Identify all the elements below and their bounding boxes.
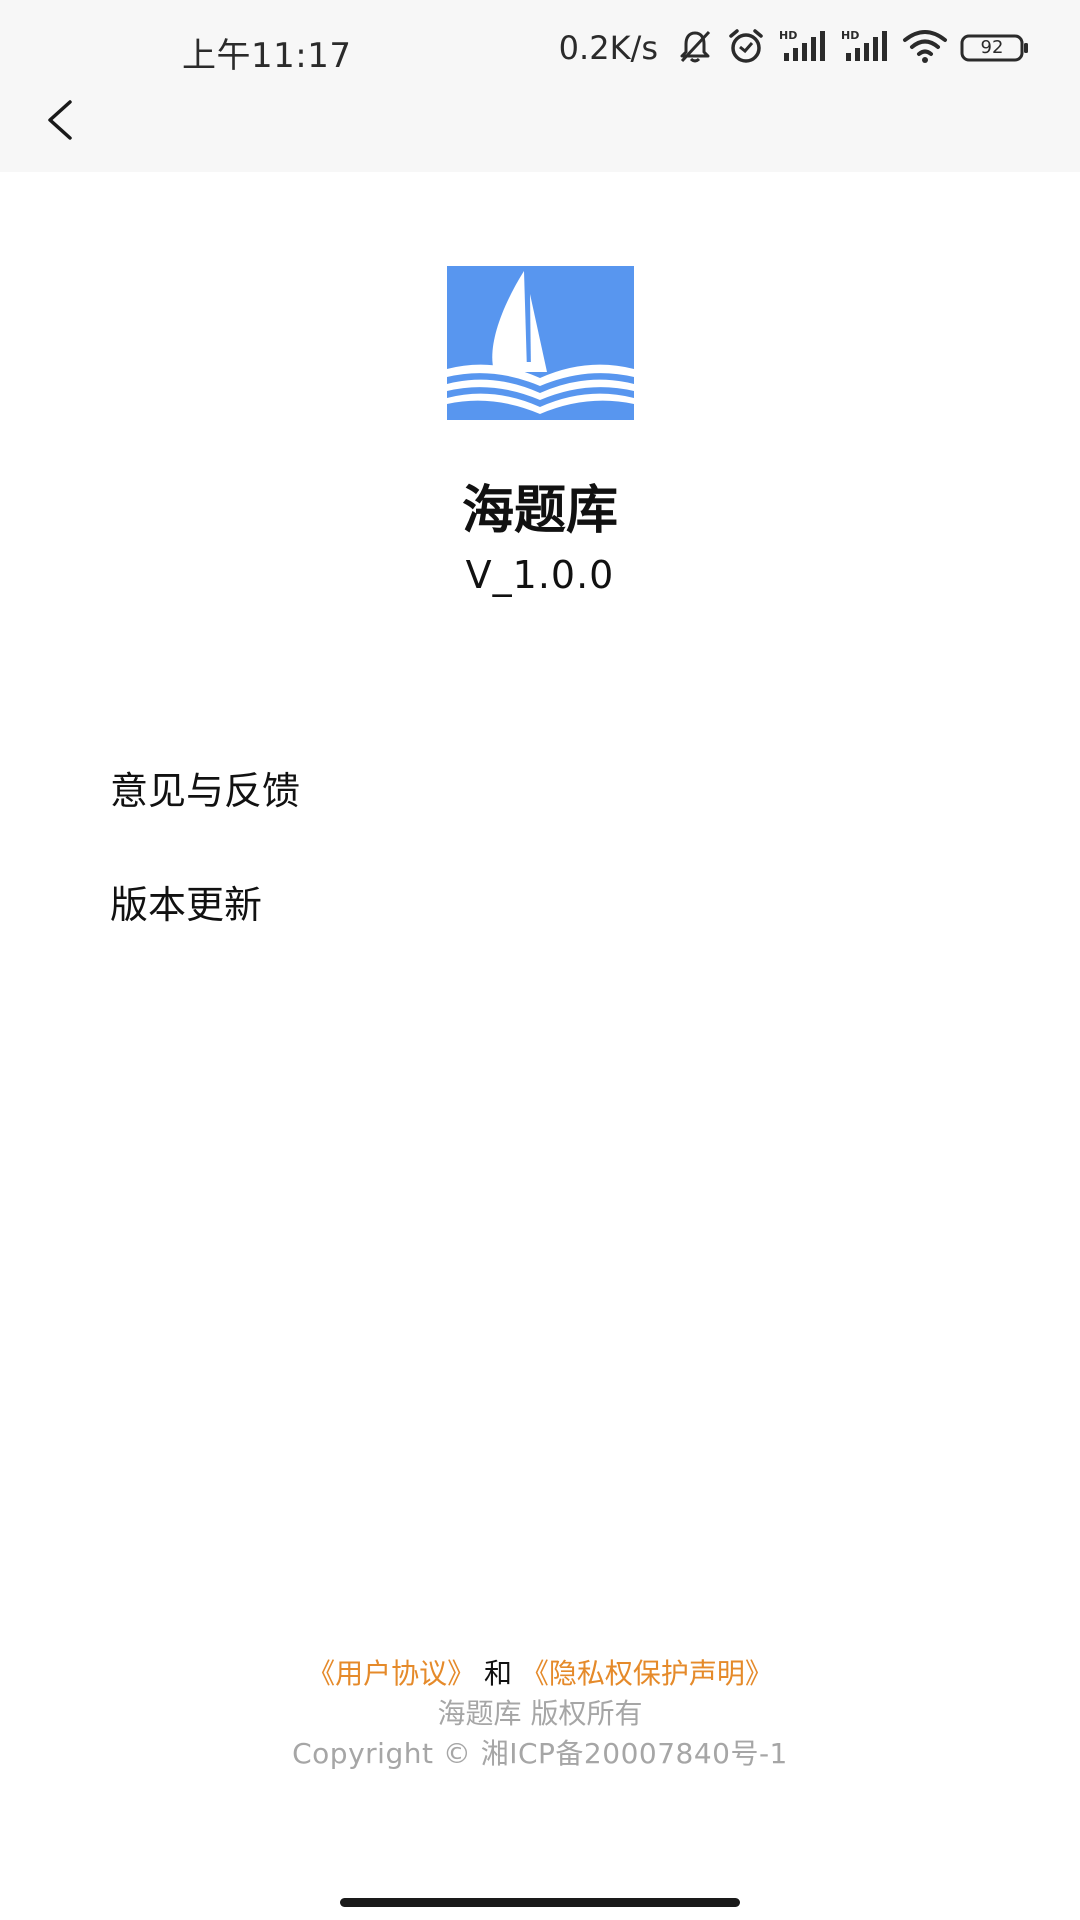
back-button[interactable]	[32, 92, 88, 148]
footer-and-text: 和	[483, 1657, 512, 1690]
user-agreement-link[interactable]: 《用户协议》	[307, 1657, 475, 1690]
version-update-menu-item[interactable]: 版本更新	[110, 874, 262, 929]
alarm-icon	[726, 26, 766, 70]
app-logo	[447, 266, 634, 420]
footer-links: 《用户协议》 和 《隐私权保护声明》	[0, 1652, 1080, 1692]
sailboat-book-icon	[447, 266, 634, 420]
top-bar: 上午11:17 0.2K/s HD HD 92	[0, 0, 1080, 172]
status-time: 上午11:17	[182, 36, 352, 76]
copyright-icp: Copyright © 湘ICP备20007840号-1	[292, 1737, 788, 1770]
feedback-menu-item[interactable]: 意见与反馈	[110, 760, 300, 815]
mute-bell-icon	[676, 27, 714, 69]
battery-icon: 92	[960, 33, 1030, 63]
app-version: V_1.0.0	[465, 553, 615, 597]
svg-text:HD: HD	[779, 29, 797, 42]
privacy-statement-link[interactable]: 《隐私权保护声明》	[521, 1657, 773, 1690]
app-name: 海题库	[461, 481, 618, 541]
hd-signal-icon: HD	[778, 27, 828, 69]
about-screen: 上午11:17 0.2K/s HD HD 92 海题库 V_1.0.0 意见与反…	[0, 0, 1080, 1920]
battery-level: 92	[980, 37, 1004, 58]
net-speed: 0.2K/s	[558, 29, 658, 67]
home-indicator[interactable]	[340, 1898, 740, 1907]
wifi-icon	[902, 28, 948, 68]
svg-text:HD: HD	[841, 29, 859, 42]
copyright-owner: 海题库 版权所有	[437, 1697, 643, 1730]
status-icons: 0.2K/s HD HD 92	[559, 26, 1030, 70]
back-chevron-icon	[48, 100, 72, 140]
hd-signal-icon: HD	[840, 27, 890, 69]
